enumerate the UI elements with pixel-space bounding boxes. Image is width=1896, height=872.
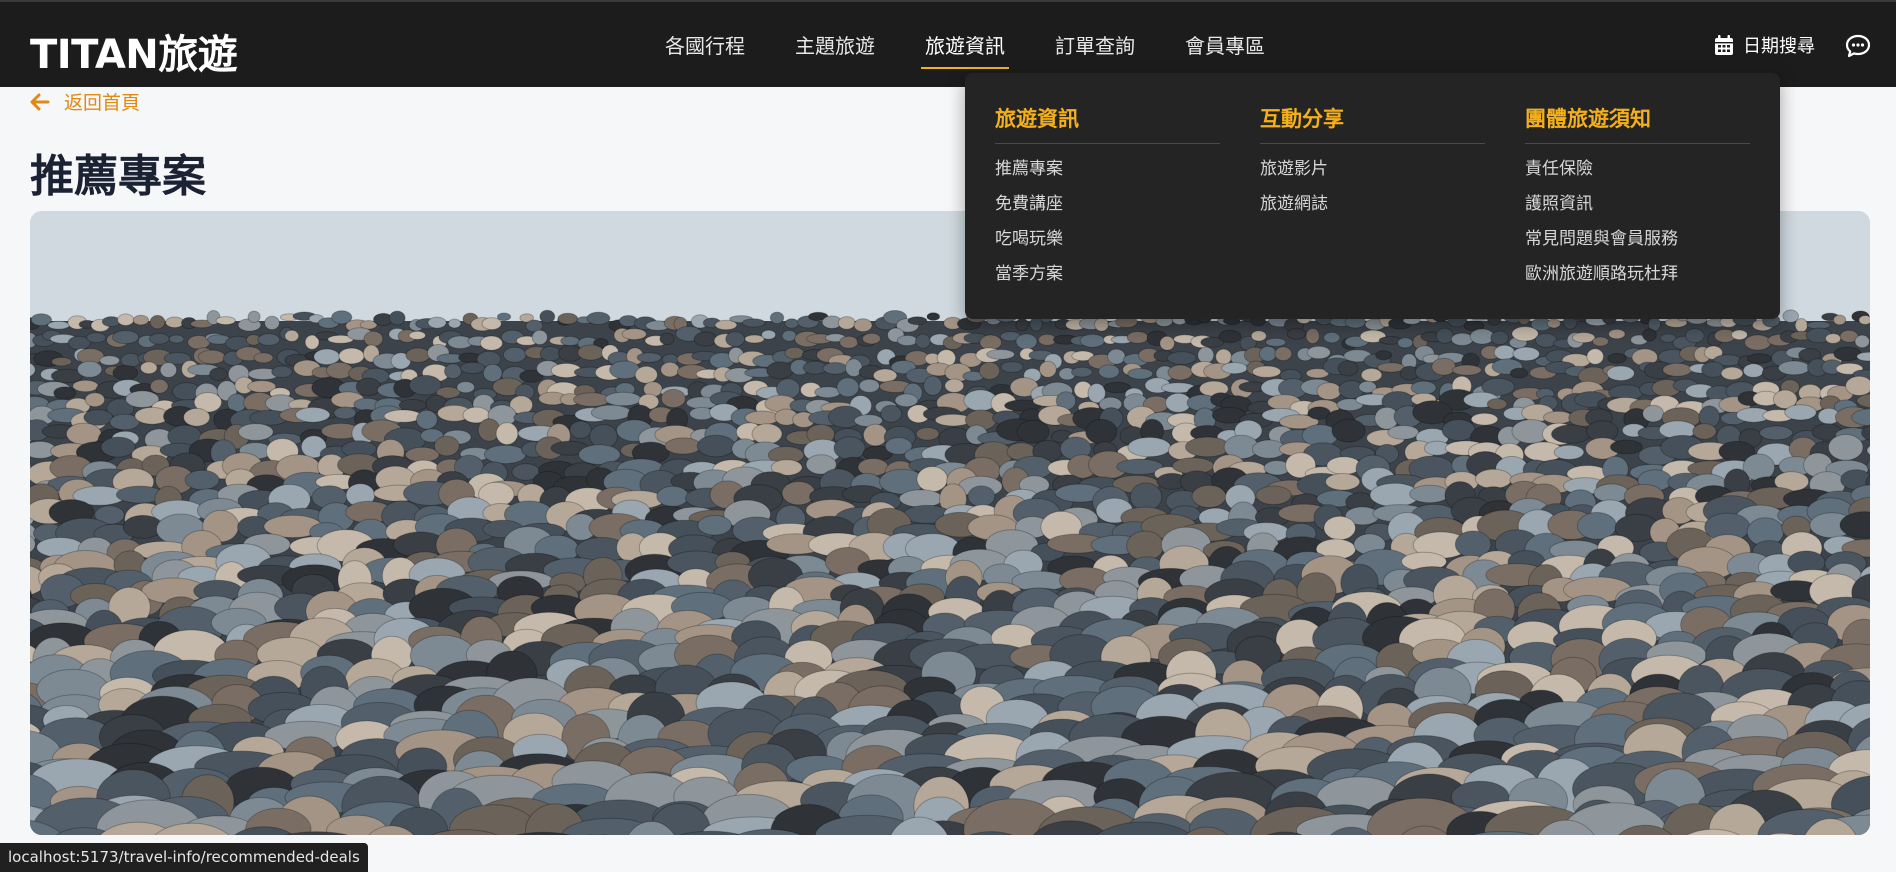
nav-item-countries[interactable]: 各國行程 (665, 30, 745, 69)
status-bar-url: localhost:5173/travel-info/recommended-d… (0, 843, 368, 872)
menu-heading-sharing: 互動分享 (1260, 103, 1485, 144)
back-home-link[interactable]: 返回首頁 (30, 88, 140, 115)
menu-heading-travel-info: 旅遊資訊 (995, 103, 1220, 144)
nav-item-members[interactable]: 會員專區 (1185, 30, 1265, 69)
menu-link-free-seminars[interactable]: 免費講座 (995, 193, 1220, 228)
menu-link-blog[interactable]: 旅遊網誌 (1260, 193, 1485, 228)
menu-link-dubai[interactable]: 歐洲旅遊順路玩杜拜 (1525, 263, 1750, 298)
menu-heading-group-notes: 團體旅遊須知 (1525, 103, 1750, 144)
menu-link-faq[interactable]: 常見問題與會員服務 (1525, 228, 1750, 263)
arrow-left-icon (30, 93, 50, 110)
menu-link-food-fun[interactable]: 吃喝玩樂 (995, 228, 1220, 263)
menu-link-recommended[interactable]: 推薦專案 (995, 158, 1220, 193)
back-home-label: 返回首頁 (64, 92, 141, 114)
chat-icon[interactable] (1845, 34, 1871, 62)
menu-column-travel-info: 旅遊資訊 推薦專案 免費講座 吃喝玩樂 當季方案 (995, 103, 1220, 298)
menu-link-seasonal[interactable]: 當季方案 (995, 263, 1220, 298)
menu-column-group-notes: 團體旅遊須知 責任保險 護照資訊 常見問題與會員服務 歐洲旅遊順路玩杜拜 (1525, 103, 1750, 298)
menu-link-videos[interactable]: 旅遊影片 (1260, 158, 1485, 193)
nav-item-orders[interactable]: 訂單查詢 (1055, 30, 1135, 69)
date-search-button[interactable]: 日期搜尋 (1714, 32, 1815, 58)
nav-item-themes[interactable]: 主題旅遊 (795, 30, 875, 69)
menu-column-sharing: 互動分享 旅遊影片 旅遊網誌 (1260, 103, 1485, 228)
menu-link-passport[interactable]: 護照資訊 (1525, 193, 1750, 228)
nav-item-travel-info[interactable]: 旅遊資訊 (921, 30, 1009, 69)
travel-info-dropdown: 旅遊資訊 推薦專案 免費講座 吃喝玩樂 當季方案 互動分享 旅遊影片 旅遊網誌 … (965, 73, 1780, 319)
date-search-label: 日期搜尋 (1743, 36, 1815, 57)
page-title: 推薦專案 (30, 151, 206, 202)
menu-link-insurance[interactable]: 責任保險 (1525, 158, 1750, 193)
calendar-icon (1715, 35, 1733, 55)
